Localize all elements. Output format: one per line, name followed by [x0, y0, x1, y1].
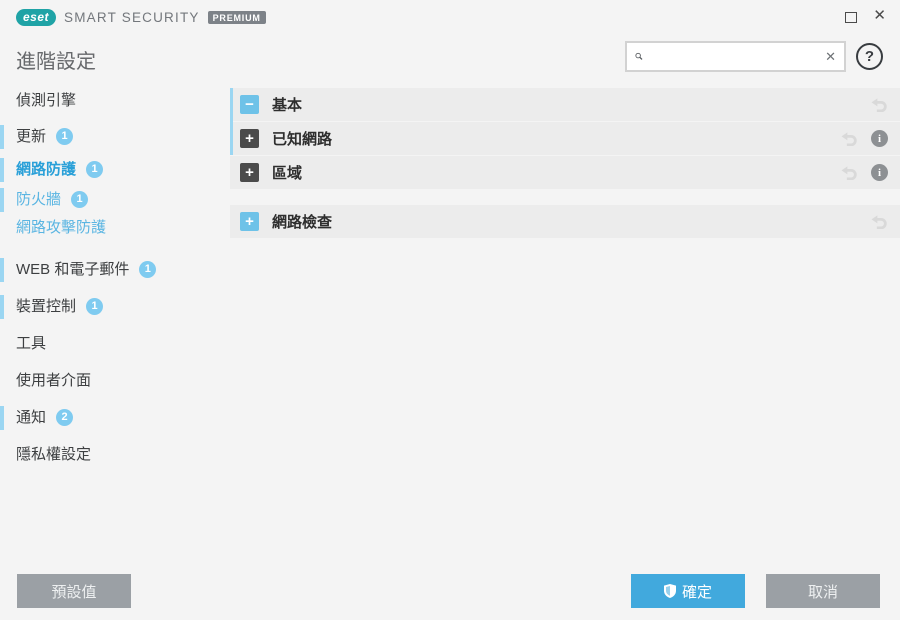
reset-icon[interactable] — [871, 214, 888, 229]
sidebar-item-user-interface[interactable]: 使用者介面 — [0, 369, 228, 393]
sidebar-item-detection-engine[interactable]: 偵測引擎 — [0, 89, 228, 113]
section-label: 網路檢查 — [272, 214, 333, 231]
cancel-button[interactable]: 取消 — [766, 574, 880, 608]
section-row-known-networks[interactable]: + 已知網路 i — [230, 122, 900, 155]
settings-panel: − 基本 + 已知網路 i + 區域 i + 網路檢查 — [230, 88, 900, 239]
sidebar-item-network-attack-protection[interactable]: 網路攻擊防護 — [0, 216, 228, 240]
section-label: 區域 — [272, 165, 303, 182]
help-icon[interactable]: ? — [856, 43, 883, 70]
section-label: 已知網路 — [272, 131, 333, 148]
modified-indicator-bar — [230, 88, 233, 155]
ok-label: 確定 — [681, 583, 712, 601]
product-name: SMART SECURITY — [64, 10, 200, 25]
sidebar-item-privacy[interactable]: 隱私權設定 — [0, 443, 228, 467]
search-icon — [635, 52, 643, 60]
reset-icon[interactable] — [841, 165, 858, 180]
info-icon[interactable]: i — [871, 164, 888, 181]
search-box[interactable]: ✕ — [625, 41, 846, 72]
eset-logo-icon: eset — [16, 9, 57, 26]
expand-icon[interactable]: + — [240, 163, 259, 182]
section-row-basic[interactable]: − 基本 — [230, 88, 900, 121]
expand-icon[interactable]: + — [240, 212, 259, 231]
sidebar-item-tools[interactable]: 工具 — [0, 332, 228, 356]
reset-icon[interactable] — [871, 97, 888, 112]
default-button[interactable]: 預設值 — [17, 574, 131, 608]
section-row-network-inspector[interactable]: + 網路檢查 — [230, 205, 900, 238]
notification-badge: 1 — [139, 261, 157, 278]
page-title: 進階設定 — [16, 51, 96, 73]
notification-badge: 1 — [86, 161, 104, 178]
sidebar-item-web-email[interactable]: WEB 和電子郵件 1 — [0, 258, 228, 282]
shield-icon — [663, 584, 676, 598]
sidebar-item-notifications[interactable]: 通知 2 — [0, 406, 228, 430]
notification-badge: 1 — [71, 191, 89, 208]
sidebar-item-network-protection[interactable]: 網路防護 1 — [0, 158, 228, 182]
close-icon[interactable]: ✕ — [873, 7, 886, 25]
notification-badge: 1 — [56, 128, 74, 145]
notification-badge: 1 — [86, 298, 104, 315]
section-row-zones[interactable]: + 區域 i — [230, 156, 900, 189]
advanced-setup-window: eset SMART SECURITY PREMIUM ✕ 進階設定 ✕ ? 偵… — [0, 0, 900, 620]
collapse-icon[interactable]: − — [240, 95, 259, 114]
app-logo: eset SMART SECURITY PREMIUM — [16, 9, 266, 26]
edition-badge: PREMIUM — [207, 11, 266, 24]
ok-button[interactable]: 確定 — [631, 574, 745, 608]
search-input[interactable] — [643, 43, 820, 70]
sidebar-item-update[interactable]: 更新 1 — [0, 125, 228, 149]
reset-icon[interactable] — [841, 131, 858, 146]
sidebar-item-device-control[interactable]: 裝置控制 1 — [0, 295, 228, 319]
maximize-icon[interactable] — [845, 12, 858, 23]
search-clear-icon[interactable]: ✕ — [819, 49, 836, 65]
sidebar-item-firewall[interactable]: 防火牆 1 — [0, 188, 228, 212]
notification-badge: 2 — [56, 409, 74, 426]
expand-icon[interactable]: + — [240, 129, 259, 148]
section-label: 基本 — [272, 97, 303, 114]
info-icon[interactable]: i — [871, 130, 888, 147]
